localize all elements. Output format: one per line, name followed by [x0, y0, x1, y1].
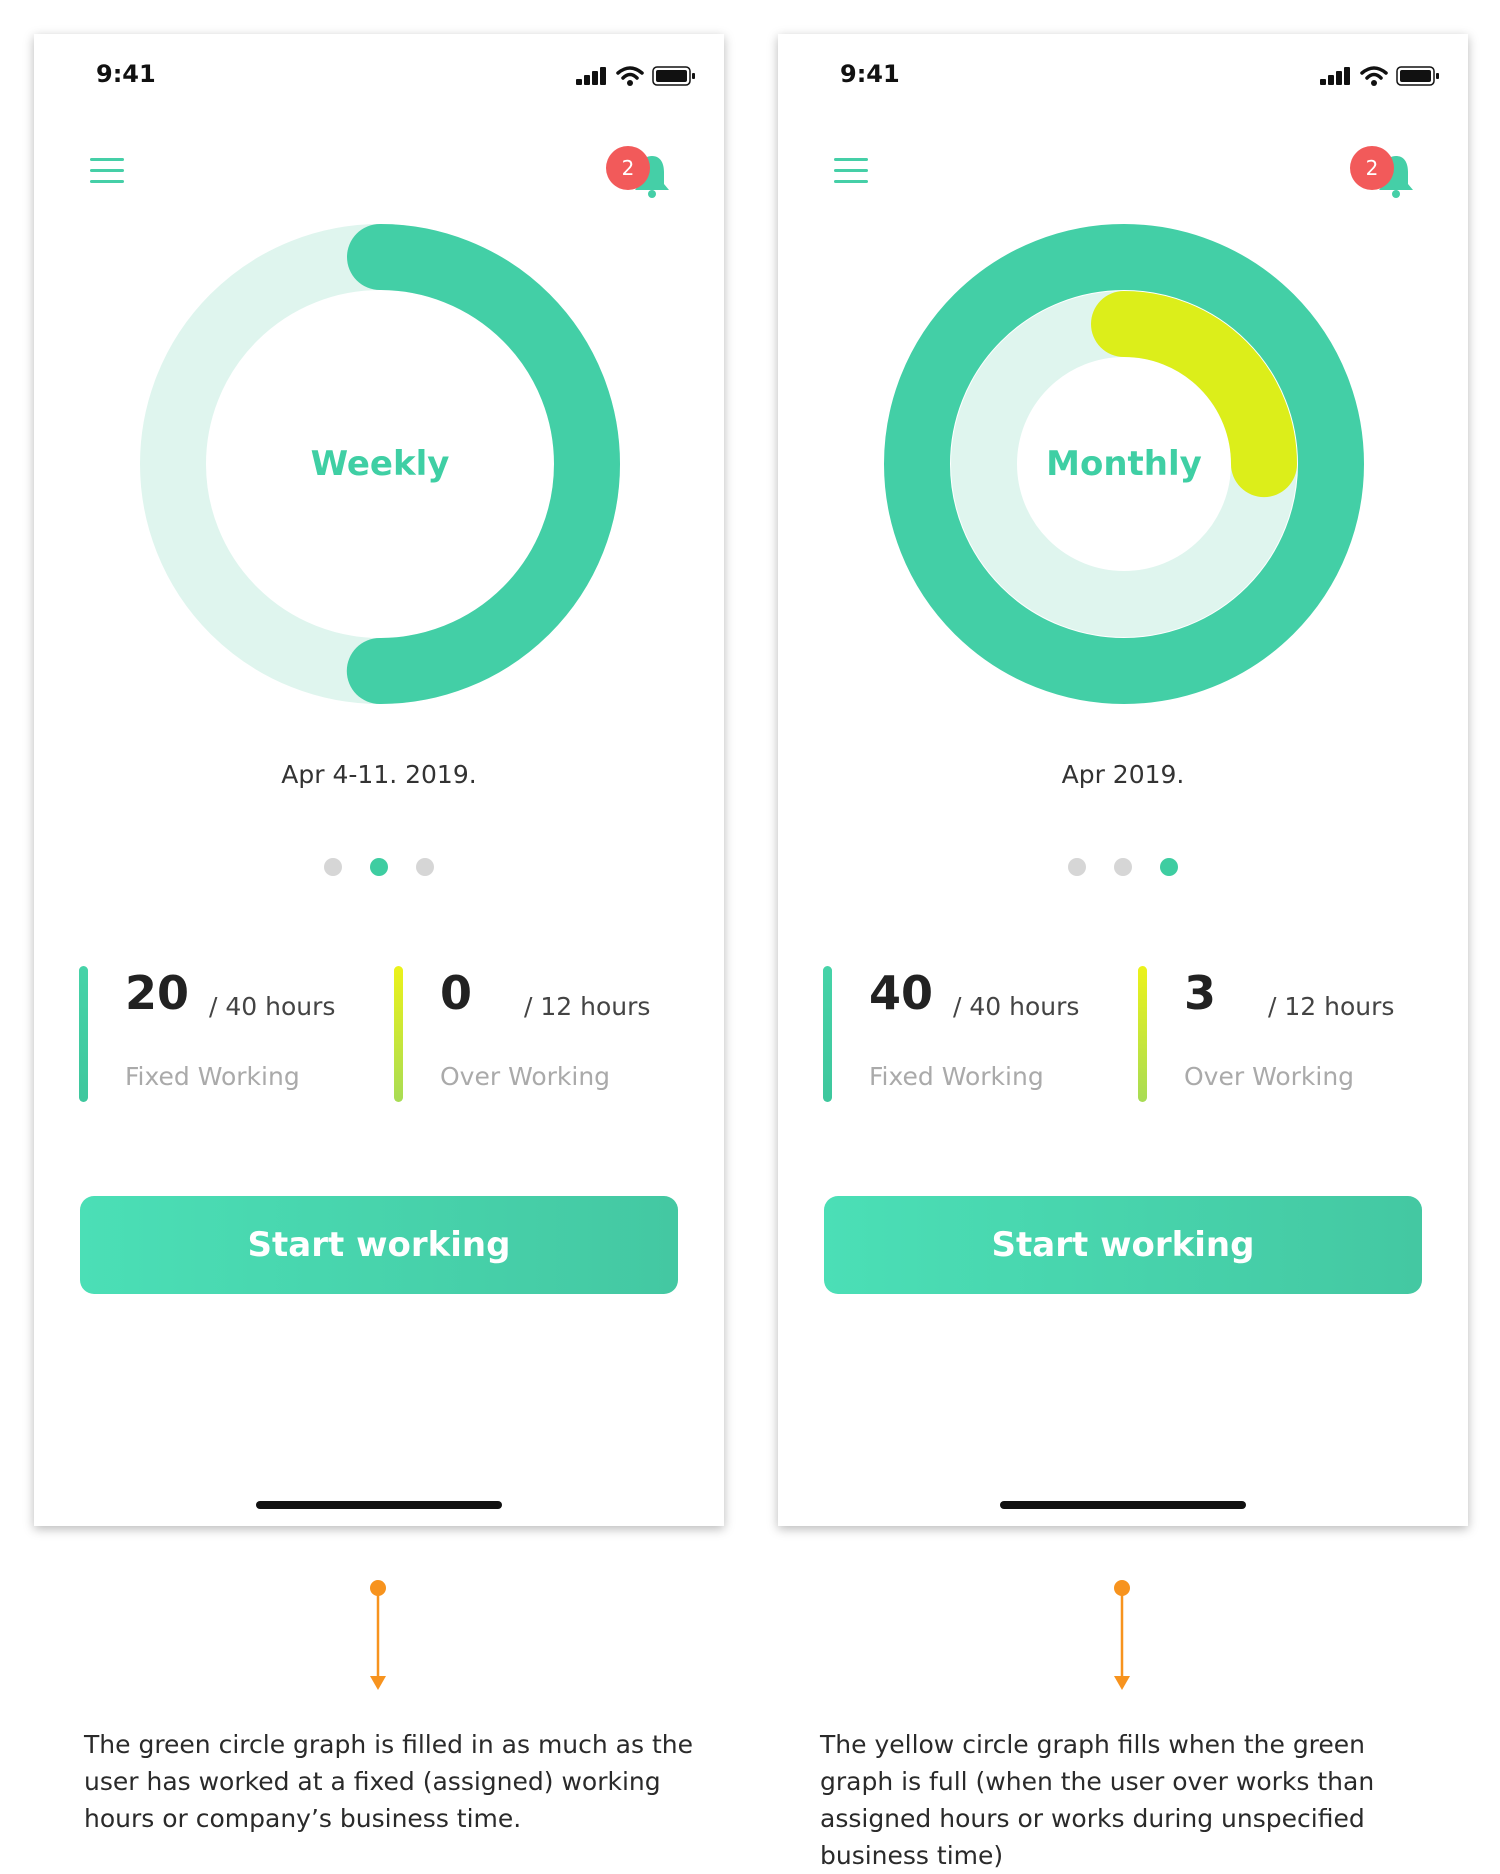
over-working-value: 3	[1184, 966, 1217, 1020]
page-dot-1[interactable]	[1068, 858, 1086, 876]
phone-screen-monthly: 9:41 2 Monthly Apr 2019. 40 / 40 hours F…	[778, 34, 1468, 1526]
date-range: Apr 2019.	[1061, 760, 1185, 789]
page-dot-3[interactable]	[1160, 858, 1178, 876]
page-indicator	[34, 858, 724, 876]
weekly-progress-ring: Weekly	[140, 224, 620, 704]
fixed-working-total: / 40 hours	[209, 992, 336, 1021]
home-indicator[interactable]	[256, 1501, 502, 1509]
fixed-working-label: Fixed Working	[869, 1062, 1044, 1091]
fixed-working-label: Fixed Working	[125, 1062, 300, 1091]
over-working-total: / 12 hours	[1268, 992, 1395, 1021]
menu-button[interactable]	[834, 158, 868, 184]
caption-yellow-graph: The yellow circle graph fills when the g…	[820, 1730, 1375, 1870]
fixed-working-stat: 40 / 40 hours Fixed Working	[823, 966, 1123, 1106]
battery-icon	[1396, 66, 1439, 86]
signal-icon	[576, 67, 606, 85]
fixed-working-total: / 40 hours	[953, 992, 1080, 1021]
over-working-label: Over Working	[1184, 1062, 1355, 1091]
over-working-total: / 12 hours	[524, 992, 651, 1021]
page-indicator	[778, 858, 1468, 876]
wifi-icon	[616, 66, 644, 86]
status-icons	[1320, 66, 1440, 86]
page-dot-2[interactable]	[1114, 858, 1132, 876]
start-working-button[interactable]: Start working	[824, 1196, 1422, 1294]
wifi-icon	[1360, 66, 1388, 86]
menu-icon	[90, 158, 124, 161]
period-label: Monthly	[1046, 444, 1202, 484]
monthly-progress-ring: Monthly	[884, 224, 1364, 704]
page-dot-2[interactable]	[370, 858, 388, 876]
arrow-down-icon	[1114, 1580, 1130, 1690]
caption-green-graph: The green circle graph is filled in as m…	[84, 1730, 693, 1833]
over-working-stat: 3 / 12 hours Over Working	[1138, 966, 1438, 1106]
fixed-working-value: 20	[125, 966, 190, 1020]
notification-badge: 2	[606, 146, 650, 190]
over-working-bar	[394, 966, 403, 1102]
battery-icon	[652, 66, 695, 86]
fixed-working-bar	[823, 966, 832, 1102]
arrow-down-icon	[370, 1580, 386, 1690]
page-dot-3[interactable]	[416, 858, 434, 876]
fixed-working-bar	[79, 966, 88, 1102]
date-range: Apr 4-11. 2019.	[281, 760, 477, 789]
phone-screen-weekly: 9:41 2 Weekly Apr 4-11. 2019. 20 / 40 ho…	[34, 34, 724, 1526]
status-time: 9:41	[840, 60, 900, 88]
signal-icon	[1320, 67, 1350, 85]
over-working-label: Over Working	[440, 1062, 611, 1091]
notification-badge: 2	[1350, 146, 1394, 190]
status-icons	[576, 66, 696, 86]
notifications-button[interactable]: 2	[606, 146, 672, 206]
notifications-button[interactable]: 2	[1350, 146, 1416, 206]
menu-icon	[834, 158, 868, 161]
home-indicator[interactable]	[1000, 1501, 1246, 1509]
over-working-stat: 0 / 12 hours Over Working	[394, 966, 694, 1106]
over-working-value: 0	[440, 966, 473, 1020]
over-working-bar	[1138, 966, 1147, 1102]
start-working-button[interactable]: Start working	[80, 1196, 678, 1294]
period-label: Weekly	[310, 444, 450, 484]
page-dot-1[interactable]	[324, 858, 342, 876]
menu-button[interactable]	[90, 158, 124, 184]
fixed-working-stat: 20 / 40 hours Fixed Working	[79, 966, 379, 1106]
status-time: 9:41	[96, 60, 156, 88]
fixed-working-value: 40	[869, 966, 934, 1020]
